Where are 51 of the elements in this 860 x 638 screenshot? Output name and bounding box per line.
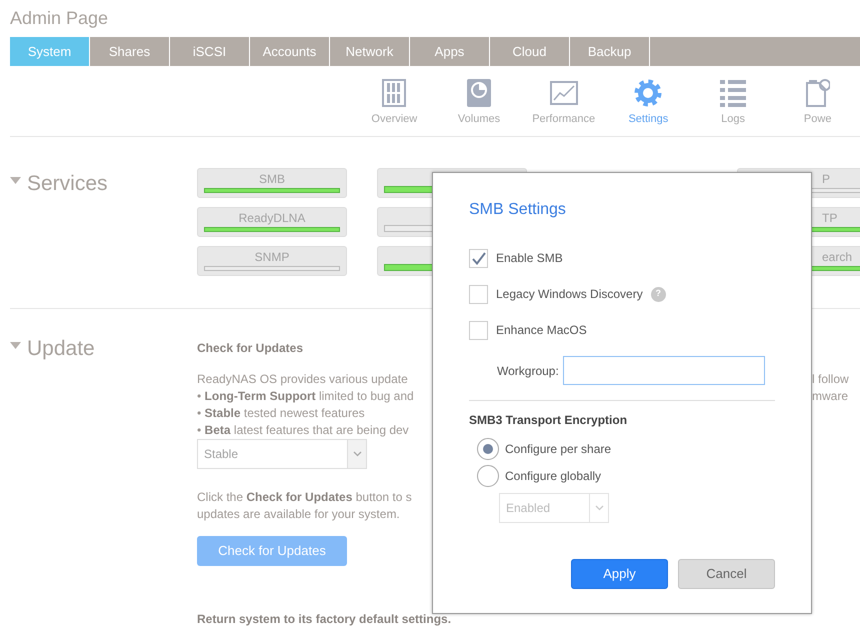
dialog-title: SMB Settings (469, 200, 567, 220)
toolbar-item[interactable]: Performance (521, 78, 606, 136)
radio-button[interactable] (477, 438, 499, 460)
description-text: mware (812, 388, 848, 405)
checkbox-label: Legacy Windows Discovery (496, 286, 643, 303)
apply-button[interactable]: Apply (571, 559, 668, 589)
toolbar-item[interactable]: Settings (606, 78, 691, 136)
collapse-icon[interactable] (10, 177, 21, 185)
server-rack-icon (382, 79, 406, 107)
section-heading: SMB3 Transport Encryption (469, 412, 628, 429)
radio-label: Configure globally (505, 468, 602, 484)
service-tile[interactable]: ReadyDLNA (197, 207, 347, 237)
instruction-text: Click the Check for Updates button to s (197, 489, 412, 506)
checkbox[interactable] (469, 284, 488, 304)
field-label: Workgroup: (497, 362, 559, 380)
line-chart-icon (550, 81, 578, 105)
description-text: • Beta latest features that are being dev (197, 422, 409, 439)
checkbox-label: Enable SMB (496, 250, 563, 267)
nav-tab[interactable]: System (10, 37, 90, 66)
channel-dropdown[interactable]: Stable (197, 439, 367, 469)
factory-reset-text: Return system to its factory default settings. (197, 611, 452, 628)
radio-button[interactable] (477, 464, 499, 486)
radio-label: Configure per share (505, 440, 612, 458)
collapse-icon[interactable] (10, 342, 21, 350)
list-icon (720, 79, 746, 107)
workgroup-field[interactable] (562, 356, 765, 385)
service-tile[interactable]: SNMP (197, 246, 347, 276)
description-text: • Stable tested newest features (197, 405, 365, 422)
chevron-down-icon (594, 505, 604, 511)
check-updates-button[interactable]: Check for Updates (197, 536, 347, 566)
checkbox-label: Enhance MacOS (496, 322, 587, 339)
toolbar-item[interactable]: Logs (690, 78, 776, 136)
settings-icon (634, 79, 662, 107)
toolbar-item[interactable]: Powe (775, 78, 860, 136)
description-text: ReadyNAS OS provides various update (197, 371, 408, 388)
service-tile[interactable]: SMB (197, 168, 347, 198)
checkbox[interactable] (469, 320, 488, 340)
description-text: • Long-Term Support limited to bug and (197, 388, 414, 405)
cancel-button[interactable]: Cancel (678, 559, 775, 589)
checkbox[interactable] (469, 248, 488, 268)
description-text: l follow (812, 371, 849, 388)
help-icon[interactable]: ? (650, 286, 666, 302)
document-gear-icon (806, 79, 830, 107)
section-title: Update (27, 336, 95, 362)
section-heading: Check for Updates (197, 340, 304, 357)
page-title: Admin Page (9, 7, 110, 30)
section-title: Services (27, 171, 108, 197)
chevron-down-icon (352, 451, 362, 457)
toolbar-item[interactable]: Volumes (436, 78, 522, 136)
toolbar-item[interactable]: Overview (352, 78, 437, 136)
instruction-text: updates are available for your system. (197, 506, 400, 523)
